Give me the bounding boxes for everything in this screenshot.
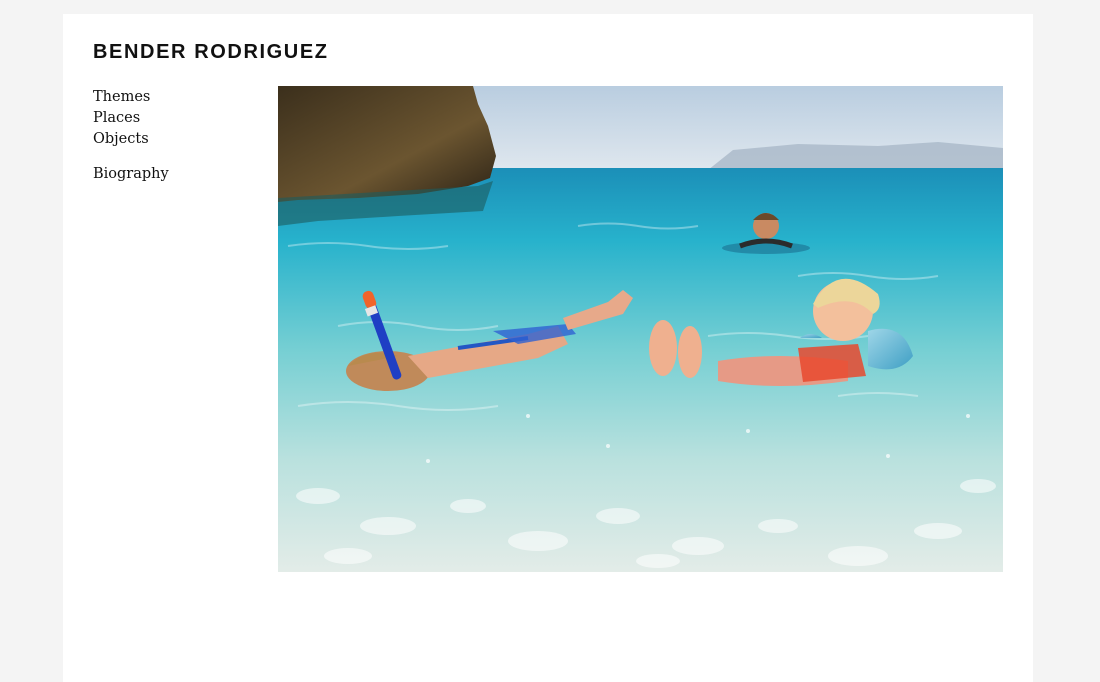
nav-item-biography[interactable]: Biography bbox=[93, 164, 169, 185]
nav-item-places[interactable]: Places bbox=[93, 108, 169, 129]
main-navigation: Themes Places Objects Biography bbox=[93, 87, 169, 199]
photo-illustration bbox=[278, 86, 1003, 572]
nav-item-objects[interactable]: Objects bbox=[93, 129, 169, 150]
nav-item-themes[interactable]: Themes bbox=[93, 87, 169, 108]
page-container: BENDER RODRIGUEZ Themes Places Objects B… bbox=[63, 14, 1033, 682]
nav-primary-group: Themes Places Objects bbox=[93, 87, 169, 150]
site-title[interactable]: BENDER RODRIGUEZ bbox=[93, 40, 329, 64]
nav-secondary-group: Biography bbox=[93, 164, 169, 185]
rock-outcrop bbox=[278, 86, 496, 202]
featured-photo[interactable] bbox=[278, 86, 1003, 572]
